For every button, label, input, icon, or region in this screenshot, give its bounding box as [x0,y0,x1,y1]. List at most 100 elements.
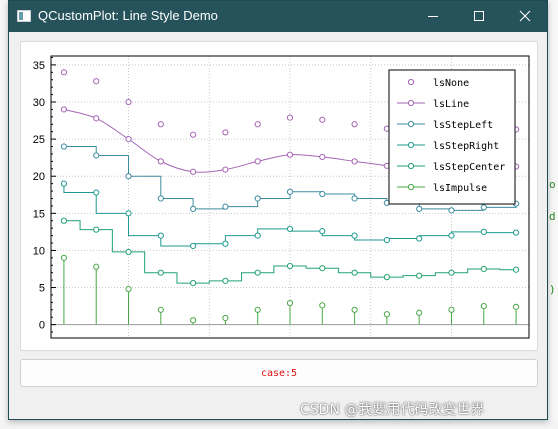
legend-lsStepCenter-marker [407,162,415,170]
y-tick-label: 5 [39,283,45,295]
series-lsImpulse-point [190,317,197,324]
close-icon [519,10,531,22]
legend-label: lsStepCenter [433,162,505,173]
series-lsNone-point [286,114,294,121]
legend-lsLine-marker [407,99,415,107]
series-lsImpulse-point [222,314,229,322]
series-lsStepRight-point [93,189,100,196]
main-window: QCustomPlot: Line Style Demo 0 5 10 15 20 25 3… [8,0,548,420]
series-lsStepLeft-point [60,143,68,150]
series-lsStepLeft-point [448,207,455,214]
background-code-fragment: d [549,210,556,223]
series-lsImpulse-point [286,300,294,307]
app-icon [17,10,31,22]
case-button[interactable]: case:5 [20,359,538,387]
series-lsLine-point [60,106,68,113]
series-lsNone-point [351,121,358,128]
minimize-icon [428,16,438,17]
series-lsImpulse-point [254,306,261,313]
series-lsImpulse-point [157,306,164,313]
series-lsStepLeft-point [480,204,487,211]
series-lsNone-point [93,78,100,85]
series-lsStepCenter-point [416,272,423,279]
series-lsStepCenter-point [125,248,132,256]
series-lsStepCenter-point [512,266,520,273]
series-lsStepLeft-point [286,188,294,195]
series-lsStepRight-point [125,210,132,217]
minimize-button[interactable] [410,1,456,32]
maximize-button[interactable] [456,1,502,32]
series-lsNone-point [254,121,261,128]
series-lsStepRight-point [286,225,294,233]
plot-panel[interactable]: 0 5 10 15 20 25 30 35 lsNone lsLine lsStepLeft lsSt… [20,41,538,351]
series-lsImpulse-point [448,306,455,313]
series-lsNone-point [157,121,164,128]
series-lsImpulse-point [480,302,487,310]
series-lsStepLeft-point [125,173,132,180]
series-lsStepLeft-point [319,190,326,198]
legend-lsNone-marker [407,78,415,86]
series-lsImpulse-point [60,254,68,261]
series-lsStepCenter-point [190,279,197,287]
legend-label: lsStepLeft [433,120,493,131]
title-bar[interactable]: QCustomPlot: Line Style Demo [9,1,547,32]
series-lsStepRight-point [254,232,261,239]
background-code-fragment: o [549,178,556,191]
close-button[interactable] [502,1,548,32]
series-lsStepCenter-point [254,269,261,276]
series-lsLine-point [254,158,261,165]
series-lsStepRight-point [319,228,326,235]
watermark-text: CSDN @我要用代码改变世界 [300,402,485,418]
legend-lsStepLeft-marker [407,120,415,128]
series-lsStepRight-point [157,232,164,239]
y-tick-label: 15 [33,208,45,220]
y-tick-label: 20 [33,171,45,183]
series-lsStepRight-point [416,235,423,242]
series-lsStepCenter-point [448,269,455,276]
series-lsLine-point [351,158,358,165]
series-lsLine-point [190,168,197,175]
series-lsLine-point [319,153,326,161]
series-lsNone-point [190,131,197,138]
series-lsStepRight-point [480,228,487,235]
series-lsImpulse-point [512,303,520,310]
series-lsStepCenter-point [222,277,229,284]
series-lsImpulse-point [125,285,132,293]
series-lsLine-point [125,136,132,143]
series-lsStepLeft-point [157,195,164,202]
series-lsLine-point [222,166,229,173]
y-tick-label: 10 [33,245,45,257]
series-lsStepCenter-point [157,269,164,276]
series-lsStepLeft-point [254,195,261,202]
series-lsStepCenter-point [319,265,326,272]
series-lsStepRight-point [383,236,390,244]
series-lsStepLeft-point [416,205,423,212]
series-lsImpulse-point [383,311,390,318]
series-lsStepCenter-point [286,262,294,270]
legend-label: lsStepRight [433,141,499,152]
series-lsImpulse-point [93,263,100,270]
y-tick-label: 30 [33,97,45,109]
legend-label: lsLine [433,99,469,110]
series-lsStepRight-point [60,180,68,187]
series-lsImpulse-point [319,302,326,309]
series-lsStepRight-point [190,242,197,250]
series-lsStepRight-point [512,229,520,236]
series-lsStepCenter-point [480,265,487,273]
legend-label: lsImpulse [433,183,487,194]
series-lsStepLeft-point [222,203,229,210]
series-lsStepCenter-point [93,226,100,233]
y-tick-label: 35 [33,60,45,72]
series-lsImpulse-point [351,306,358,313]
background-code-fragment: ) [549,283,556,296]
desktop-background-bottom [0,420,558,429]
line-style-chart[interactable]: 0 5 10 15 20 25 30 35 lsNone lsLine lsStepLeft lsSt… [21,42,537,350]
series-lsLine-point [157,158,164,165]
series-lsStepLeft-point [351,195,358,202]
series-lsStepLeft-point [93,152,100,159]
series-lsNone-point [222,129,229,136]
legend-lsStepRight-marker [407,141,415,149]
series-lsStepRight-point [448,232,455,239]
series-lsStepRight-point [351,232,358,239]
series-lsNone-point [60,69,68,76]
